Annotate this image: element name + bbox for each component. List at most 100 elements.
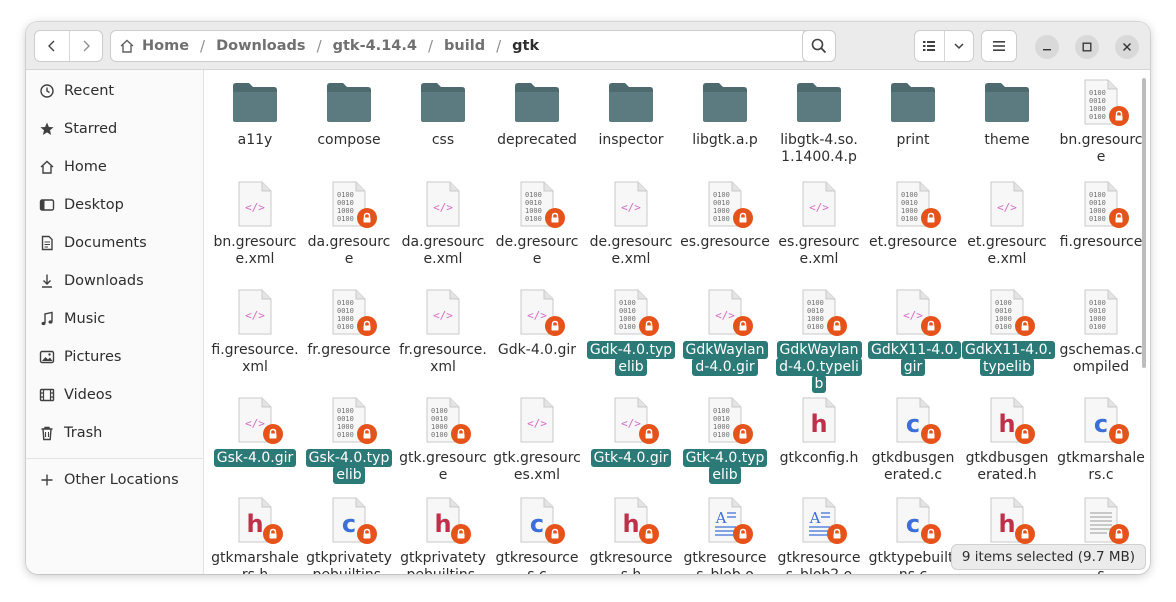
view-list-button[interactable] [915, 31, 944, 61]
file-item[interactable]: h gtkdbusgenerated.h [960, 396, 1054, 484]
file-name: GdkX11-4.0.gir [866, 341, 962, 376]
file-item[interactable]: c gtkprivatetypebuiltins. [302, 496, 396, 574]
file-name: de.gresource [490, 234, 584, 268]
svg-text:0010: 0010 [807, 307, 824, 315]
folder-item[interactable]: libgtk-4.so.1.1400.4.p [772, 78, 866, 166]
file-item[interactable]: 0100 0010 1000 0100 es.gresource [678, 180, 772, 251]
folder-item[interactable]: compose [302, 78, 396, 149]
file-item[interactable]: h gtkprivatetypebuiltins. [396, 496, 490, 574]
breadcrumb-home[interactable]: Home [142, 38, 189, 54]
folder-item[interactable]: libgtk.a.p [678, 78, 772, 149]
svg-text:0100: 0100 [807, 299, 824, 307]
file-item[interactable]: 0100 0010 1000 0100 fi.gresource [1054, 180, 1148, 251]
file-item[interactable]: </> GdkX11-4.0.gir [866, 288, 962, 376]
file-item[interactable]: 0100 0010 1000 0100 et.gresource [866, 180, 960, 251]
sidebar-item-trash[interactable]: Trash [38, 418, 198, 448]
sidebar-item-music[interactable]: Music [38, 304, 198, 334]
file-item[interactable]: 0100 0010 1000 0100 fr.gresource [302, 288, 396, 359]
file-item[interactable]: </> gtk.gresources.xml [490, 396, 584, 484]
file-name-text: bn.gresource [1059, 132, 1143, 165]
file-item[interactable]: 0100 0010 1000 0100 Gsk-4.0.typelib [302, 396, 396, 484]
file-item[interactable]: c gtkdbusgenerated.c [866, 396, 960, 484]
sidebar-item-documents[interactable]: Documents [38, 228, 198, 258]
close-button[interactable] [1115, 35, 1139, 59]
sidebar-item-desktop[interactable]: Desktop [38, 190, 198, 220]
sidebar-item-starred[interactable]: Starred [38, 114, 198, 144]
svg-text:0010: 0010 [1089, 97, 1106, 105]
folder-item[interactable]: inspector [584, 78, 678, 149]
breadcrumb-separator: / [427, 37, 434, 55]
file-name: gtk.gresources.xml [490, 450, 584, 484]
file-item[interactable]: 0100 0010 1000 0100 Gdk-4.0.typelib [584, 288, 678, 376]
breadcrumb-current-gtk[interactable]: gtk [512, 38, 539, 54]
folder-item[interactable]: a11y [208, 78, 302, 149]
svg-text:0100: 0100 [1089, 191, 1106, 199]
c-source-file-icon: c [1077, 396, 1129, 444]
file-name-text: gtkresources_blob.o [683, 550, 767, 574]
file-view[interactable]: a11y compose css deprecated inspector libgtk.… [204, 70, 1150, 574]
file-item[interactable]: 0100 0010 1000 0100 de.gresource [490, 180, 584, 268]
svg-text:0100: 0100 [901, 191, 918, 199]
file-item[interactable]: Agtkresources_blob2.o [772, 496, 866, 574]
maximize-button[interactable] [1075, 35, 1099, 59]
forward-button[interactable] [68, 31, 103, 61]
main-menu-button[interactable] [981, 30, 1017, 62]
file-item[interactable]: c gtkmarshalers.c [1054, 396, 1148, 484]
file-item[interactable]: </> Gdk-4.0.gir [490, 288, 584, 359]
breadcrumb-gtk-source[interactable]: gtk-4.14.4 [333, 38, 417, 54]
sidebar-item-label: Home [64, 159, 107, 175]
file-item[interactable]: </> es.gresource.xml [772, 180, 866, 268]
file-item[interactable]: 0100 0010 1000 0100 Gtk-4.0.typelib [678, 396, 772, 484]
search-button[interactable] [802, 30, 836, 62]
file-item[interactable]: c gtkresources.c [490, 496, 584, 574]
file-item[interactable]: c gtktypebuiltins.c [866, 496, 960, 574]
folder-item[interactable]: css [396, 78, 490, 149]
sidebar-item-home[interactable]: Home [38, 152, 198, 182]
file-item[interactable]: </> et.gresource.xml [960, 180, 1054, 268]
svg-text:0100: 0100 [431, 407, 448, 415]
back-button[interactable] [35, 31, 69, 61]
svg-text:0010: 0010 [1089, 307, 1106, 315]
breadcrumb-downloads[interactable]: Downloads [216, 38, 305, 54]
file-item[interactable]: h gtkresources.h [584, 496, 678, 574]
file-item[interactable]: </> Gsk-4.0.gir [208, 396, 302, 467]
breadcrumb-build[interactable]: build [444, 38, 485, 54]
file-name: print [866, 132, 960, 149]
file-item[interactable]: </> fi.gresource.xml [208, 288, 302, 376]
file-item[interactable]: </> GdkWayland-4.0.gir [678, 288, 772, 376]
file-item[interactable]: </> Gtk-4.0.gir [584, 396, 678, 467]
file-item[interactable]: 0100 0010 1000 0100 bn.gresource [1054, 78, 1148, 166]
file-item[interactable]: </> fr.gresource.xml [396, 288, 490, 376]
file-item[interactable]: 0100 0010 1000 0100 gschemas.compiled [1054, 288, 1148, 376]
sidebar-item-videos[interactable]: Videos [38, 380, 198, 410]
file-item[interactable]: 0100 0010 1000 0100 GdkWayland-4.0.typelib [772, 288, 866, 393]
svg-text:c: c [530, 510, 544, 538]
sidebar-item-other-locations[interactable]: Other Locations [38, 465, 198, 495]
binary-file-icon: 0100 0010 1000 0100 [795, 288, 847, 336]
file-item[interactable]: h gtkconfig.h [772, 396, 866, 467]
file-item[interactable]: h gtkmarshalers.h [208, 496, 302, 574]
file-item[interactable]: </> de.gresource.xml [584, 180, 678, 268]
svg-text:</>: </> [997, 201, 1017, 214]
sidebar-item-downloads[interactable]: Downloads [38, 266, 198, 296]
folder-item[interactable]: deprecated [490, 78, 584, 149]
sidebar-item-recent[interactable]: Recent [38, 76, 198, 106]
vertical-scrollbar[interactable] [1142, 78, 1146, 368]
view-options-dropdown[interactable] [943, 31, 973, 61]
sidebar-item-pictures[interactable]: Pictures [38, 342, 198, 372]
minimize-button[interactable] [1035, 35, 1059, 59]
file-item[interactable]: </> bn.gresource.xml [208, 180, 302, 268]
file-name-text: libgtk-4.so.1.1400.4.p [780, 132, 858, 165]
binary-file-icon: 0100 0010 1000 0100 [701, 396, 753, 444]
document-icon [38, 234, 56, 252]
file-item[interactable]: </> da.gresource.xml [396, 180, 490, 268]
svg-text:1000: 1000 [431, 423, 448, 431]
folder-item[interactable]: theme [960, 78, 1054, 149]
xml-file-icon: </> [231, 396, 283, 444]
file-item[interactable]: Agtkresources_blob.o [678, 496, 772, 574]
file-item[interactable]: 0100 0010 1000 0100 gtk.gresource [396, 396, 490, 484]
folder-item[interactable]: print [866, 78, 960, 149]
file-item[interactable]: 0100 0010 1000 0100 GdkX11-4.0.typelib [960, 288, 1056, 376]
file-name: gtkmarshalers.c [1054, 450, 1148, 484]
file-item[interactable]: 0100 0010 1000 0100 da.gresource [302, 180, 396, 268]
